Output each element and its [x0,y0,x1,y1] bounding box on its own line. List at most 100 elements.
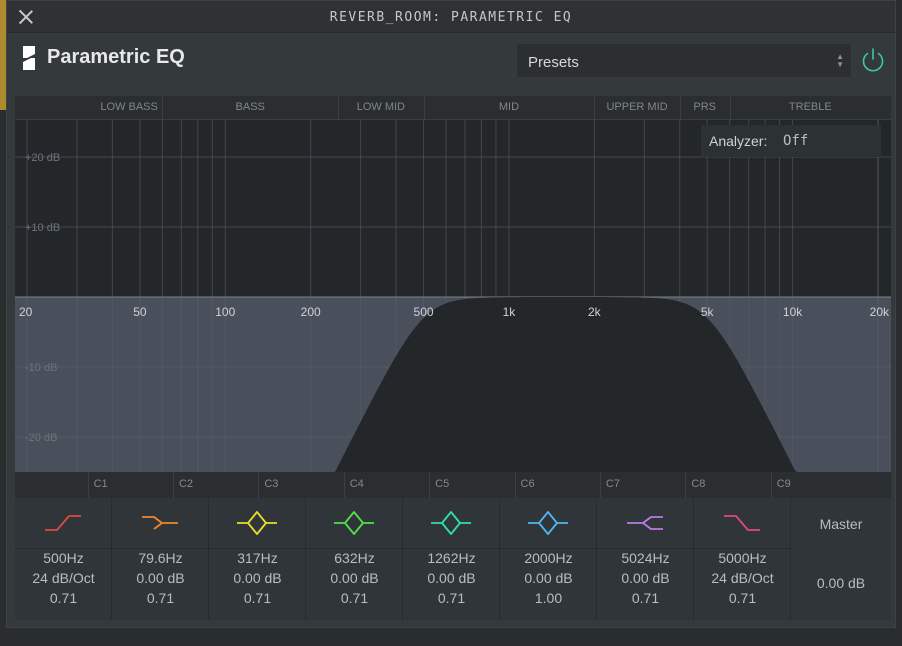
band-divider [112,548,209,549]
note-divider [258,472,260,498]
bell-filter-icon[interactable] [235,508,279,538]
analyzer-control[interactable]: Analyzer: Off [701,125,881,157]
master-label: Master [819,516,863,532]
band-freq-value[interactable]: 5000Hz [694,550,791,566]
note-label: C1 [93,478,108,490]
band-gain-value[interactable]: 24 dB/Oct [15,570,112,586]
plugin-window: REVERB_ROOM: PARAMETRIC EQ Parametric EQ… [6,0,896,628]
band-region-divider [423,96,425,120]
note-label: C5 [435,478,450,490]
note-label: C7 [605,478,620,490]
freq-label: 20 [19,305,33,319]
band-divider [209,548,306,549]
high-cut-filter-icon[interactable] [720,508,764,538]
band-gain-value[interactable]: 0.00 dB [403,570,500,586]
band-gain-value[interactable]: 0.00 dB [209,570,306,586]
note-divider [172,472,174,498]
master-value[interactable]: 0.00 dB [791,575,891,591]
band-q-value[interactable]: 0.71 [597,590,694,606]
bell-filter-icon[interactable] [429,508,473,538]
band-region-divider [338,96,340,120]
presets-dropdown[interactable]: Presets ▲ ▼ [517,44,851,77]
band-region-divider [162,96,164,120]
note-divider [599,472,601,498]
freq-label: 100 [215,305,235,319]
note-divider [87,472,89,498]
eq-band-4[interactable]: 632Hz 0.00 dB 0.71 [306,498,403,620]
note-label: C8 [691,478,706,490]
chevron-updown-icon: ▲ ▼ [836,52,844,69]
band-freq-value[interactable]: 1262Hz [403,550,500,566]
app-logo-icon [23,46,35,70]
app-name: Parametric EQ [47,46,185,68]
eq-band-8[interactable]: 5000Hz 24 dB/Oct 0.71 [694,498,791,620]
band-divider [15,548,112,549]
low-cut-filter-icon[interactable] [41,508,85,538]
eq-band-2[interactable]: 79.6Hz 0.00 dB 0.71 [112,498,209,620]
band-freq-value[interactable]: 5024Hz [597,550,694,566]
host-bottom-bar [0,628,902,646]
band-region-label: MID [498,101,520,113]
freq-label: 10k [783,305,803,319]
band-q-value[interactable]: 1.00 [500,590,597,606]
band-divider [500,548,597,549]
band-freq-value[interactable]: 317Hz [209,550,306,566]
bell-filter-icon[interactable] [332,508,376,538]
title-bar: REVERB_ROOM: PARAMETRIC EQ [7,1,895,33]
note-label: C4 [349,478,364,490]
band-region-label: TREBLE [788,101,832,113]
band-freq-value[interactable]: 632Hz [306,550,403,566]
band-freq-value[interactable]: 500Hz [15,550,112,566]
band-region-divider [594,96,596,120]
eq-band-5[interactable]: 1262Hz 0.00 dB 0.71 [403,498,500,620]
band-q-value[interactable]: 0.71 [209,590,306,606]
presets-label: Presets [528,54,579,71]
power-icon[interactable] [859,46,887,74]
band-gain-value[interactable]: 0.00 dB [597,570,694,586]
band-region-label: UPPER MID [606,101,668,113]
note-divider [343,472,345,498]
band-region-divider [729,96,731,120]
note-label: C3 [264,478,279,490]
band-region-label: PRS [693,101,716,113]
db-label: +20 dB [25,152,60,164]
db-label: +10 dB [25,222,60,234]
band-gain-value[interactable]: 24 dB/Oct [694,570,791,586]
band-gain-value[interactable]: 0.00 dB [112,570,209,586]
band-freq-value[interactable]: 79.6Hz [112,550,209,566]
window-title: REVERB_ROOM: PARAMETRIC EQ [329,10,573,25]
low-shelf-filter-icon[interactable] [138,508,182,538]
band-q-value[interactable]: 0.71 [694,590,791,606]
analyzer-value[interactable]: Off [783,133,808,149]
note-divider [685,472,687,498]
band-freq-value[interactable]: 2000Hz [500,550,597,566]
freq-label: 1k [503,305,517,319]
band-q-value[interactable]: 0.71 [15,590,112,606]
band-divider [403,548,500,549]
note-label: C6 [520,478,535,490]
note-label: C2 [178,478,194,490]
bell-filter-icon[interactable] [526,508,570,538]
band-divider [597,548,694,549]
band-q-value[interactable]: 0.71 [112,590,209,606]
band-gain-value[interactable]: 0.00 dB [306,570,403,586]
band-q-value[interactable]: 0.71 [306,590,403,606]
band-region-divider [679,96,681,120]
note-divider [770,472,772,498]
eq-band-1[interactable]: 500Hz 24 dB/Oct 0.71 [15,498,112,620]
master-control[interactable]: Master 0.00 dB [791,498,891,620]
eq-band-3[interactable]: 317Hz 0.00 dB 0.71 [209,498,306,620]
eq-band-6[interactable]: 2000Hz 0.00 dB 1.00 [500,498,597,620]
high-shelf-filter-icon[interactable] [623,508,667,538]
band-q-value[interactable]: 0.71 [403,590,500,606]
freq-label: 20k [870,305,890,319]
eq-band-7[interactable]: 5024Hz 0.00 dB 0.71 [597,498,694,620]
band-divider [694,548,791,549]
band-region-label: BASS [235,101,265,113]
freq-label: 2k [588,305,602,319]
freq-label: 5k [701,305,715,319]
band-region-label: LOW BASS [100,101,158,113]
band-gain-value[interactable]: 0.00 dB [500,570,597,586]
band-controls: Master 0.00 dB 500Hz 24 dB/Oct 0.71 79.6Hz 0… [15,498,891,620]
analyzer-label: Analyzer: [709,133,768,149]
